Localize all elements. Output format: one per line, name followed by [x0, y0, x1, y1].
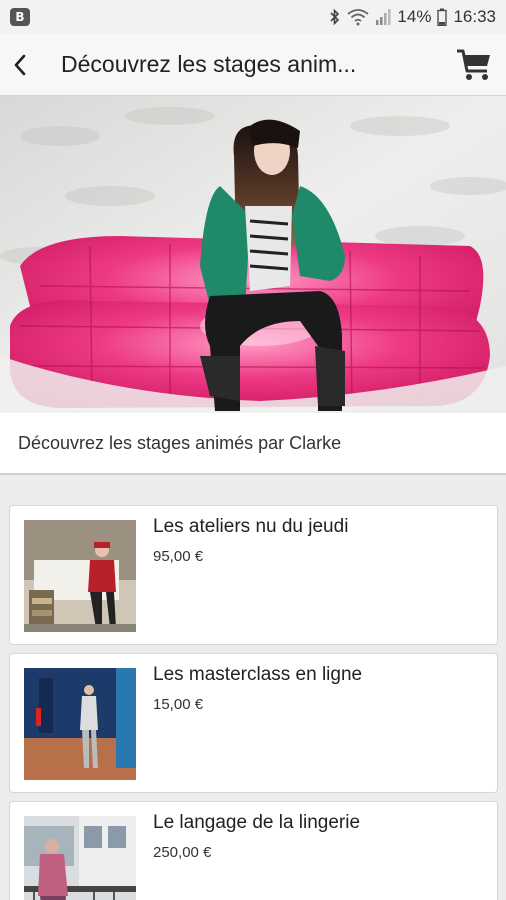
- product-title: Les masterclass en ligne: [153, 664, 363, 685]
- cart-button[interactable]: [454, 46, 494, 84]
- battery-percent: 14%: [397, 7, 432, 26]
- back-button[interactable]: [0, 34, 40, 96]
- product-thumbnail: [24, 520, 136, 632]
- bluetooth-icon: [330, 8, 340, 26]
- chevron-left-icon: [14, 54, 26, 75]
- product-card[interactable]: Les masterclass en ligne 15,00 €: [9, 653, 498, 793]
- hero-image: [0, 96, 506, 413]
- product-price: 95,00 €: [153, 548, 204, 565]
- product-price: 15,00 €: [153, 696, 204, 713]
- product-thumbnail: [24, 816, 136, 900]
- product-thumbnail: [24, 668, 136, 780]
- product-price: 250,00 €: [153, 844, 212, 861]
- battery-icon: [437, 8, 448, 26]
- wifi-icon: [347, 9, 369, 26]
- app-badge-icon: B: [10, 8, 30, 26]
- product-card[interactable]: Le langage de la lingerie 250,00 €: [9, 801, 498, 900]
- product-title: Le langage de la lingerie: [153, 812, 361, 833]
- status-bar: B 14% 16:33: [0, 0, 506, 34]
- clock-time: 16:33: [453, 7, 496, 26]
- shopping-cart-icon: [457, 49, 490, 80]
- signal-icon: [376, 9, 391, 25]
- intro-section: Découvrez les stages animés par Clarke: [0, 413, 506, 475]
- intro-text: Découvrez les stages animés par Clarke: [18, 432, 342, 453]
- product-card[interactable]: Les ateliers nu du jeudi 95,00 €: [9, 505, 498, 645]
- page-title: Découvrez les stages anim...: [61, 51, 357, 77]
- app-bar: Découvrez les stages anim...: [0, 34, 506, 96]
- product-title: Les ateliers nu du jeudi: [153, 516, 349, 537]
